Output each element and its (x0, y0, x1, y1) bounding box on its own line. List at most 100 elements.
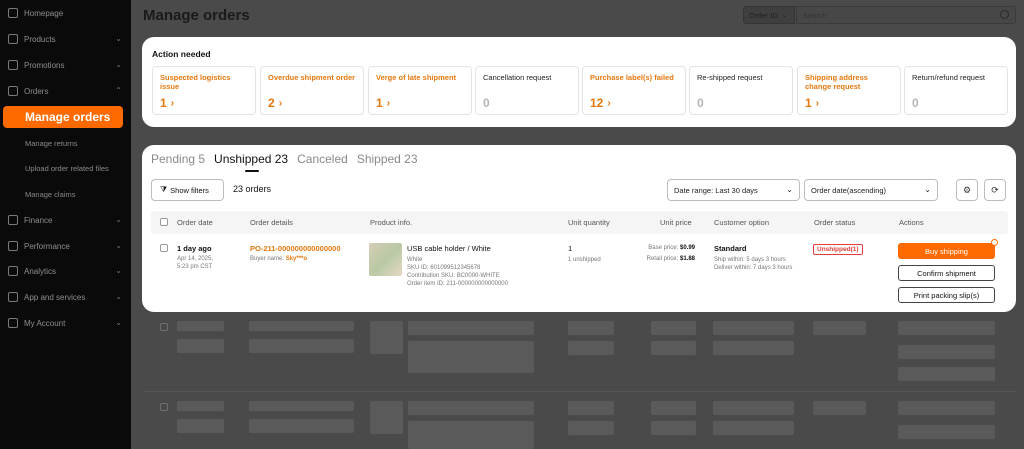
tile-verge-late-shipment[interactable]: Verge of late shipment 1 › (368, 66, 472, 115)
skeleton-block (177, 401, 224, 411)
sidebar-item-manage-orders[interactable]: Manage orders (3, 106, 123, 128)
shipping-option: Standard (714, 244, 747, 253)
skeleton-block (651, 341, 696, 355)
col-order-details: Order details (250, 218, 293, 227)
skeleton-block (898, 425, 995, 439)
tab-shipped[interactable]: Shipped 23 (357, 152, 418, 166)
order-details-cell: PO-211-000000000000000 Buyer name: Sky**… (250, 244, 341, 263)
skeleton-block (713, 401, 794, 415)
sidebar-item-app-services[interactable]: App and services ⌄ (8, 288, 128, 306)
sort-select[interactable]: Order date(ascending) ⌄ (804, 179, 938, 201)
order-age: 1 day ago (177, 244, 212, 253)
tab-canceled[interactable]: Canceled (297, 152, 348, 166)
skeleton-checkbox (160, 403, 168, 411)
sidebar-item-performance[interactable]: Performance ⌄ (8, 237, 128, 255)
confirm-shipment-button[interactable]: Confirm shipment (898, 265, 995, 281)
print-packing-slip-button[interactable]: Print packing slip(s) (898, 287, 995, 303)
tile-suspected-logistics[interactable]: Suspected logistics issue 1 › (152, 66, 256, 115)
settings-button[interactable]: ⚙ (956, 179, 978, 201)
buy-shipping-button[interactable]: Buy shipping (898, 243, 995, 259)
product-info-cell: USB cable holder / White White SKU ID: 6… (407, 244, 508, 288)
page-title: Manage orders (143, 7, 250, 24)
skeleton-block (370, 321, 403, 354)
product-thumbnail[interactable] (369, 243, 402, 276)
action-needed-panel: Action needed Suspected logistics issue 1… (142, 37, 1016, 127)
chevron-down-icon: ⌄ (115, 241, 122, 250)
sidebar-item-products[interactable]: Products ⌄ (8, 30, 128, 48)
tile-reshipped-request[interactable]: Re-shipped request 0 (689, 66, 793, 115)
skeleton-block (408, 401, 534, 415)
status-badge: Unshipped(1) (813, 244, 863, 255)
skeleton-block (408, 321, 534, 335)
skeleton-block (408, 421, 534, 449)
date-range-select[interactable]: Date range: Last 30 days ⌄ (667, 179, 800, 201)
chevron-down-icon: ⌄ (115, 292, 122, 301)
refresh-button[interactable]: ⟳ (984, 179, 1006, 201)
sidebar-item-upload-files[interactable]: Upload order related files (25, 161, 109, 175)
skeleton-block (713, 341, 794, 355)
quantity-cell: 1 1 unshipped (568, 244, 601, 264)
chevron-down-icon: ⌄ (924, 185, 931, 194)
skeleton-block (568, 321, 614, 335)
product-variant: White (407, 257, 423, 263)
user-icon (8, 318, 18, 328)
tile-return-refund[interactable]: Return/refund request 0 (904, 66, 1008, 115)
notification-dot (991, 239, 998, 246)
buyer-label: Buyer name: (250, 256, 285, 262)
home-icon (8, 8, 18, 18)
skeleton-block (898, 345, 995, 359)
sidebar-item-orders[interactable]: Orders ⌃ (8, 82, 128, 100)
skeleton-block (249, 339, 354, 353)
chevron-down-icon: ⌄ (115, 60, 122, 69)
row-checkbox[interactable] (160, 244, 168, 252)
skeleton-block (898, 367, 995, 381)
sidebar-item-manage-claims[interactable]: Manage claims (25, 187, 75, 201)
sidebar-item-my-account[interactable]: My Account ⌄ (8, 314, 128, 332)
chevron-down-icon: ⌄ (115, 215, 122, 224)
order-id-link[interactable]: PO-211-000000000000000 (250, 244, 341, 253)
skeleton-block (651, 401, 696, 415)
orders-panel: Pending 5 Unshipped 23 Canceled Shipped … (142, 145, 1016, 312)
select-all-checkbox[interactable] (160, 218, 168, 226)
col-actions: Actions (899, 218, 924, 227)
sidebar-item-manage-returns[interactable]: Manage returns (25, 136, 78, 150)
table-row: 1 day ago Apr 14, 2025, 5:23 pm CST PO-2… (151, 235, 1008, 305)
skeleton-block (568, 421, 614, 435)
skeleton-block (813, 321, 866, 335)
tile-overdue-shipment[interactable]: Overdue shipment order 2 › (260, 66, 364, 115)
search-type-select[interactable]: Order ID ⌄ (743, 6, 795, 24)
order-date: Apr 14, 2025, (177, 256, 214, 262)
sidebar-item-finance[interactable]: Finance ⌄ (8, 211, 128, 229)
apps-icon (8, 292, 18, 302)
skeleton-block (249, 419, 354, 433)
customer-option-cell: Standard Ship within: 5 days 3 hours Del… (714, 244, 804, 272)
tile-purchase-label-failed[interactable]: Purchase label(s) failed 12 › (582, 66, 686, 115)
chevron-up-icon: ⌃ (115, 86, 122, 95)
sidebar-item-promotions[interactable]: Promotions ⌄ (8, 56, 128, 74)
base-price-label: Base price: (648, 245, 679, 251)
search-input[interactable]: Search (796, 6, 1016, 24)
tab-unshipped[interactable]: Unshipped 23 (214, 152, 288, 172)
chevron-down-icon: ⌄ (781, 12, 788, 19)
buyer-name-link[interactable]: Sky***o (286, 256, 307, 262)
order-item-id: Order item ID: 211-000000000000000 (407, 281, 508, 287)
product-sku: SKU ID: 601099512345678 (407, 265, 481, 271)
chevron-right-icon: › (170, 97, 175, 109)
skeleton-block (370, 401, 403, 434)
chevron-right-icon: › (386, 97, 391, 109)
sidebar: Homepage Products ⌄ Promotions ⌄ Orders ⌃ M… (0, 0, 131, 449)
ship-within: Ship within: 5 days 3 hours (714, 257, 786, 263)
order-count: 23 orders (233, 184, 272, 194)
show-filters-button[interactable]: ⧩ Show filters (151, 179, 224, 201)
quantity-note: 1 unshipped (568, 257, 601, 263)
product-name[interactable]: USB cable holder / White (407, 244, 508, 253)
skeleton-block (249, 401, 354, 411)
sidebar-item-homepage[interactable]: Homepage (8, 4, 128, 22)
tab-pending[interactable]: Pending 5 (151, 152, 205, 166)
tag-icon (8, 60, 18, 70)
tile-cancellation-request[interactable]: Cancellation request 0 (475, 66, 579, 115)
sidebar-item-analytics[interactable]: Analytics ⌄ (8, 262, 128, 280)
dollar-icon (8, 215, 18, 225)
skeleton-block (177, 321, 224, 331)
tile-address-change[interactable]: Shipping address change request 1 › (797, 66, 901, 115)
